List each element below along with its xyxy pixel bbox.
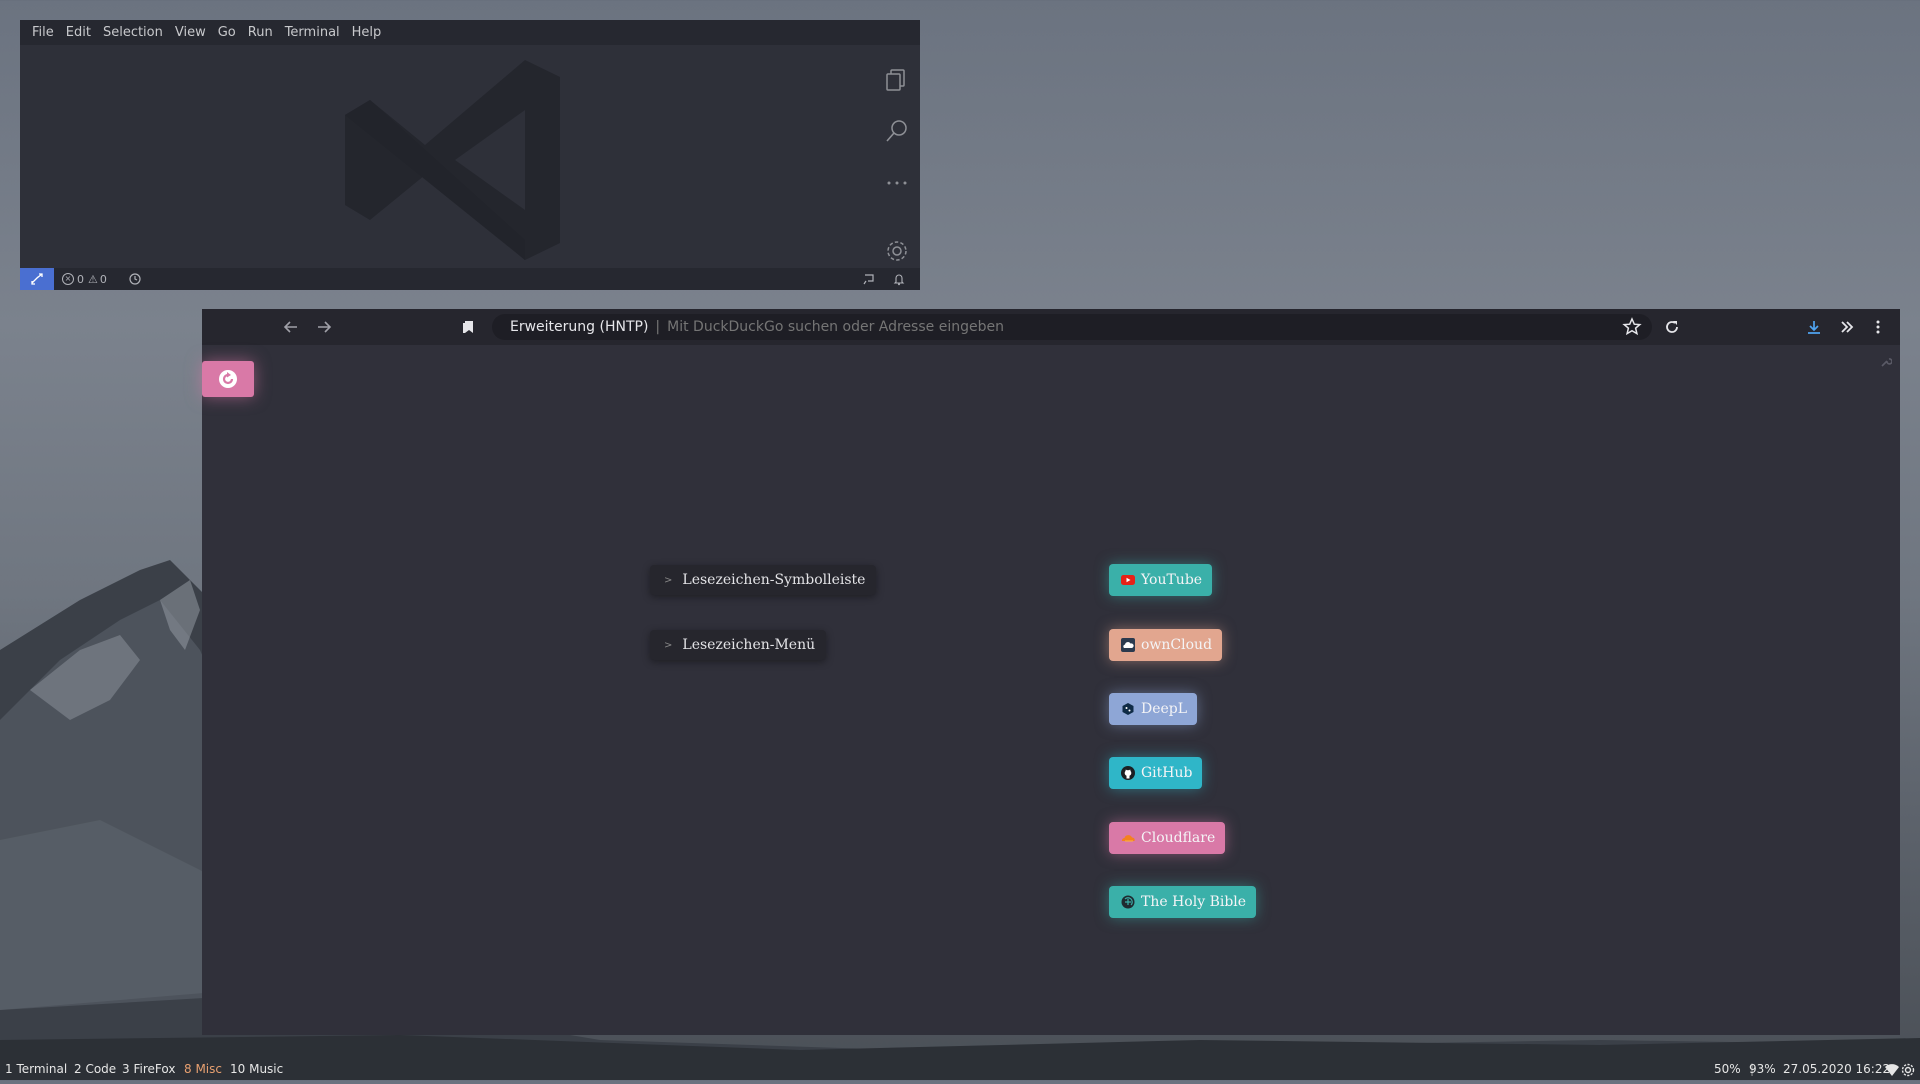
- url-separator: |: [655, 319, 661, 335]
- url-input[interactable]: [667, 319, 1368, 335]
- reload-button[interactable]: [1660, 315, 1684, 339]
- navigation-toolbar: Erweiterung (HNTP) |: [202, 309, 1900, 345]
- remote-indicator[interactable]: [20, 268, 54, 290]
- url-extension-label: Erweiterung (HNTP): [510, 319, 649, 335]
- warning-count: 0: [99, 272, 107, 286]
- cloudflare-icon: [1121, 831, 1135, 845]
- error-icon: ×: [62, 273, 74, 285]
- reload-icon: [1666, 321, 1678, 333]
- workspace-3[interactable]: 3 FireFox: [122, 1058, 175, 1080]
- menu-selection[interactable]: Selection: [97, 20, 169, 45]
- arrow-right-icon: [318, 321, 332, 333]
- wrench-icon[interactable]: [1880, 353, 1893, 372]
- deepl-icon: [1121, 702, 1135, 716]
- kebab-menu-icon: [1876, 320, 1880, 334]
- menu-help[interactable]: Help: [346, 20, 388, 45]
- problems-status[interactable]: × 0 ⚠ 0: [62, 268, 107, 290]
- bookmark-label: ownCloud: [1141, 637, 1213, 653]
- bookmark-cloudflare[interactable]: Cloudflare: [1109, 822, 1226, 854]
- github-icon: [1121, 766, 1135, 780]
- settings-tray-icon[interactable]: [1901, 1062, 1915, 1084]
- arrow-left-icon: [283, 321, 297, 333]
- firefox-refresh-icon: [219, 370, 237, 388]
- copy-icon[interactable]: [884, 67, 910, 93]
- workspace-10[interactable]: 10 Music: [230, 1058, 283, 1080]
- bookmark-label: Cloudflare: [1141, 830, 1216, 846]
- app-menu-button[interactable]: [1866, 315, 1890, 339]
- bookmark-youtube[interactable]: YouTube: [1109, 564, 1213, 596]
- menu-run[interactable]: Run: [242, 20, 279, 45]
- vscode-logo-watermark: [345, 60, 560, 260]
- bookmark-label: The Holy Bible: [1141, 894, 1247, 910]
- remote-icon: [31, 273, 43, 285]
- download-arrow-icon: [1808, 321, 1820, 334]
- back-button[interactable]: [279, 315, 303, 339]
- overflow-menu-button[interactable]: [1835, 315, 1859, 339]
- warning-icon: ⚠: [88, 272, 98, 286]
- folder-label: Lesezeichen-Menü: [682, 637, 816, 653]
- reload-tab-button[interactable]: [202, 361, 254, 397]
- folder-bookmarks-toolbar[interactable]: > Lesezeichen-Symbolleiste: [650, 565, 877, 595]
- bookmark-deepl[interactable]: DeepL: [1109, 693, 1198, 725]
- workspace-1[interactable]: 1 Terminal: [5, 1058, 67, 1080]
- bookmark-owncloud[interactable]: ownCloud: [1109, 629, 1223, 661]
- new-tab-page: > Lesezeichen-Symbolleiste > Lesezeichen…: [202, 345, 1900, 1035]
- menu-edit[interactable]: Edit: [60, 20, 97, 45]
- system-bar: 1 Terminal 2 Code 3 FireFox 8 Misc 10 Mu…: [0, 1058, 1920, 1080]
- search-icon[interactable]: [884, 118, 910, 144]
- vscode-menubar: File Edit Selection View Go Run Terminal…: [20, 20, 920, 45]
- workspace-2[interactable]: 2 Code: [74, 1058, 116, 1080]
- bookmark-github[interactable]: GitHub: [1109, 757, 1203, 789]
- chevron-right-icon: >: [664, 639, 673, 651]
- reader-view-button[interactable]: [457, 315, 481, 339]
- workspace-8-active[interactable]: 8 Misc: [184, 1058, 222, 1080]
- menu-go[interactable]: Go: [212, 20, 242, 45]
- bookmark-holy-bible[interactable]: The Holy Bible: [1109, 886, 1257, 918]
- menu-file[interactable]: File: [26, 20, 60, 45]
- bell-icon[interactable]: [892, 268, 906, 290]
- url-bar[interactable]: Erweiterung (HNTP) |: [492, 314, 1652, 340]
- gear-icon[interactable]: [884, 238, 910, 264]
- youtube-icon: [1121, 573, 1135, 587]
- volume-status: 50%: [1714, 1062, 1741, 1076]
- bookmark-label: GitHub: [1141, 765, 1193, 781]
- datetime-status: 27.05.2020 16:22: [1783, 1062, 1891, 1076]
- forward-button[interactable]: [312, 315, 336, 339]
- history-icon[interactable]: [128, 268, 142, 290]
- bookmark-label: DeepL: [1141, 701, 1188, 717]
- chevron-double-right-icon: [1841, 321, 1854, 333]
- folder-bookmarks-menu[interactable]: > Lesezeichen-Menü: [650, 630, 827, 660]
- bookmark-label: YouTube: [1141, 572, 1203, 588]
- folder-label: Lesezeichen-Symbolleiste: [682, 572, 866, 588]
- feedback-icon[interactable]: [862, 268, 876, 290]
- firefox-window: Erweiterung (HNTP) | > Lesezeich: [202, 309, 1900, 1035]
- battery-status: 93%: [1749, 1062, 1776, 1076]
- menu-terminal[interactable]: Terminal: [279, 20, 346, 45]
- menu-view[interactable]: View: [169, 20, 212, 45]
- wifi-icon[interactable]: [1884, 1062, 1900, 1084]
- vscode-window: File Edit Selection View Go Run Terminal…: [20, 20, 920, 290]
- vscode-editor-area: [20, 45, 920, 268]
- vscode-statusbar: × 0 ⚠ 0: [20, 268, 920, 290]
- ellipsis-icon[interactable]: [884, 170, 910, 196]
- owncloud-icon: [1121, 638, 1135, 652]
- bible-icon: [1121, 895, 1135, 909]
- bookmarks-sidebar-icon: [463, 321, 473, 333]
- bookmark-star-icon[interactable]: [1620, 315, 1644, 343]
- chevron-right-icon: >: [664, 574, 673, 586]
- downloads-button[interactable]: [1802, 315, 1826, 339]
- error-count: 0: [77, 272, 84, 286]
